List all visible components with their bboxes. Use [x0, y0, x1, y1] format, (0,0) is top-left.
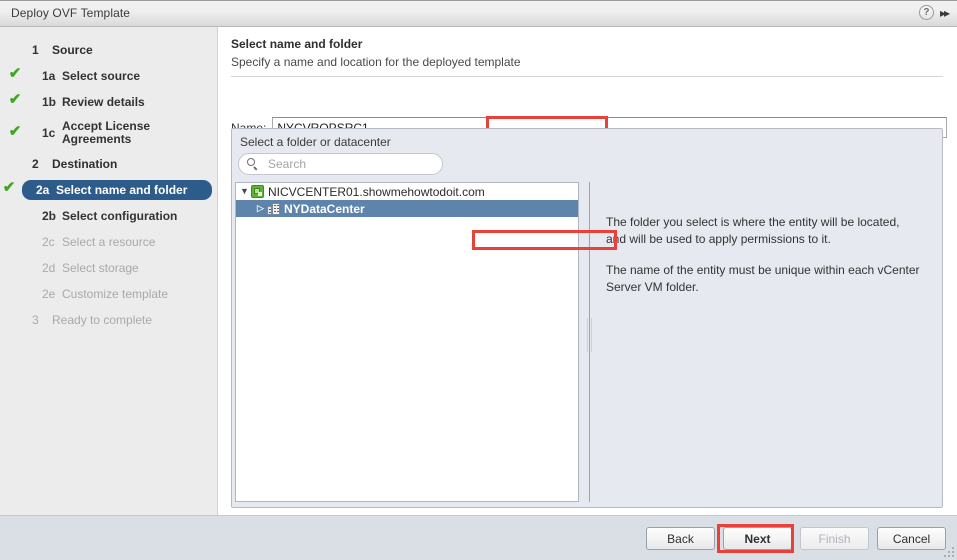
- sidebar-item-customize-template: 2e Customize template: [6, 284, 211, 304]
- header-divider: [231, 76, 943, 77]
- tree-item-vcenter[interactable]: ▼ NICVCENTER01.showmehowtodoit.com: [236, 183, 578, 200]
- window-title: Deploy OVF Template: [11, 6, 131, 20]
- sidebar-item-number: 1b: [42, 95, 57, 109]
- sidebar-item-ready-to-complete: 3 Ready to complete: [6, 310, 211, 330]
- sidebar-item-number: 2a: [36, 183, 50, 197]
- wizard-footer: Back Next Finish Cancel: [0, 515, 957, 560]
- sidebar-item-review-details[interactable]: ✔ 1b Review details: [6, 92, 211, 112]
- double-chevron-right-icon[interactable]: ▸▸: [940, 7, 950, 19]
- sidebar-item-label: Select a resource: [62, 235, 156, 249]
- window-resize-grip[interactable]: [944, 547, 954, 557]
- sidebar-item-number: 2: [32, 157, 39, 171]
- panel-splitter[interactable]: [586, 182, 593, 502]
- tree-item-label: NICVCENTER01.showmehowtodoit.com: [268, 184, 485, 199]
- search-box[interactable]: [238, 153, 443, 175]
- sidebar-item-select-storage: 2d Select storage: [6, 258, 211, 278]
- sidebar-item-number: 2c: [42, 235, 55, 249]
- sidebar-item-select-source[interactable]: ✔ 1a Select source: [6, 66, 211, 86]
- window-titlebar: Deploy OVF Template ? ▸▸: [0, 0, 957, 27]
- sidebar-item-label: Select configuration: [62, 209, 178, 223]
- step-complete-check-icon: ✔: [2, 179, 16, 196]
- sidebar-item-label: Select storage: [62, 261, 139, 275]
- description-paragraph-2: The name of the entity must be unique wi…: [606, 263, 920, 294]
- footer-button-bar: Back Next Finish Cancel: [646, 527, 946, 550]
- sidebar-item-label: Ready to complete: [52, 313, 153, 327]
- sidebar-item-accept-license-agreements[interactable]: ✔ 1c Accept License Agreements: [6, 118, 211, 148]
- sidebar-item-number: 1: [32, 43, 39, 57]
- next-button[interactable]: Next: [723, 527, 792, 550]
- sidebar-item-destination[interactable]: 2 Destination: [6, 154, 211, 174]
- datacenter-icon: [267, 202, 280, 215]
- step-complete-check-icon: ✔: [8, 123, 22, 140]
- sidebar-item-label: Select source: [62, 69, 141, 83]
- page-subtitle: Specify a name and location for the depl…: [231, 55, 521, 69]
- deploy-ovf-template-window: Deploy OVF Template ? ▸▸ 1 Source ✔ 1a S…: [0, 0, 957, 560]
- inventory-tree-panel[interactable]: ▼ NICVCENTER01.showmehowtodoit.com ▷ NYD…: [235, 182, 579, 502]
- sidebar-item-label: Accept License Agreements: [62, 119, 151, 146]
- search-icon: [247, 158, 259, 170]
- sidebar-item-number: 2e: [42, 287, 56, 301]
- sidebar-item-select-a-resource: 2c Select a resource: [6, 232, 211, 252]
- tree-item-label: NYDataCenter: [284, 201, 365, 216]
- sidebar-item-label: Customize template: [62, 287, 169, 301]
- vcenter-icon: [251, 185, 264, 198]
- wizard-content-pane: Select name and folder Specify a name an…: [219, 27, 957, 515]
- step-complete-check-icon: ✔: [8, 91, 22, 108]
- sidebar-item-number: 3: [32, 313, 39, 327]
- sidebar-item-select-configuration[interactable]: 2b Select configuration: [6, 206, 211, 226]
- search-input[interactable]: [266, 156, 430, 172]
- titlebar-top-edge: [0, 0, 957, 1]
- sidebar-item-number: 1c: [42, 126, 56, 140]
- help-icon[interactable]: ?: [918, 5, 934, 20]
- sidebar-item-label: Destination: [52, 157, 118, 171]
- back-button[interactable]: Back: [646, 527, 715, 550]
- sidebar-item-source[interactable]: 1 Source: [6, 40, 211, 60]
- splitter-grip-handle[interactable]: [587, 318, 592, 352]
- wizard-step-sidebar: 1 Source ✔ 1a Select source ✔ 1b Review …: [0, 27, 218, 515]
- sidebar-item-number: 1a: [42, 69, 56, 83]
- description-paragraph-1: The folder you select is where the entit…: [606, 215, 900, 246]
- chevron-down-icon[interactable]: ▼: [239, 186, 250, 197]
- sidebar-item-label: Review details: [62, 95, 145, 109]
- sidebar-item-label: Source: [52, 43, 93, 57]
- chevron-right-icon[interactable]: ▷: [255, 203, 266, 214]
- sidebar-item-select-name-and-folder[interactable]: ✔ 2a Select name and folder: [3, 180, 212, 200]
- page-title: Select name and folder: [231, 37, 363, 51]
- folder-picker-container: Select a folder or datacenter ▼ NICVCENT…: [231, 128, 943, 508]
- sidebar-item-label: Select name and folder: [56, 183, 188, 197]
- cancel-button[interactable]: Cancel: [877, 527, 946, 550]
- sidebar-item-number: 2d: [42, 261, 56, 275]
- tree-item-nydatacenter[interactable]: ▷ NYDataCenter: [236, 200, 578, 217]
- titlebar-icon-group: ? ▸▸: [918, 5, 950, 20]
- sidebar-item-number: 2b: [42, 209, 57, 223]
- step-complete-check-icon: ✔: [8, 65, 22, 82]
- finish-button: Finish: [800, 527, 869, 550]
- folder-picker-legend: Select a folder or datacenter: [240, 135, 391, 149]
- description-panel: The folder you select is where the entit…: [594, 182, 938, 502]
